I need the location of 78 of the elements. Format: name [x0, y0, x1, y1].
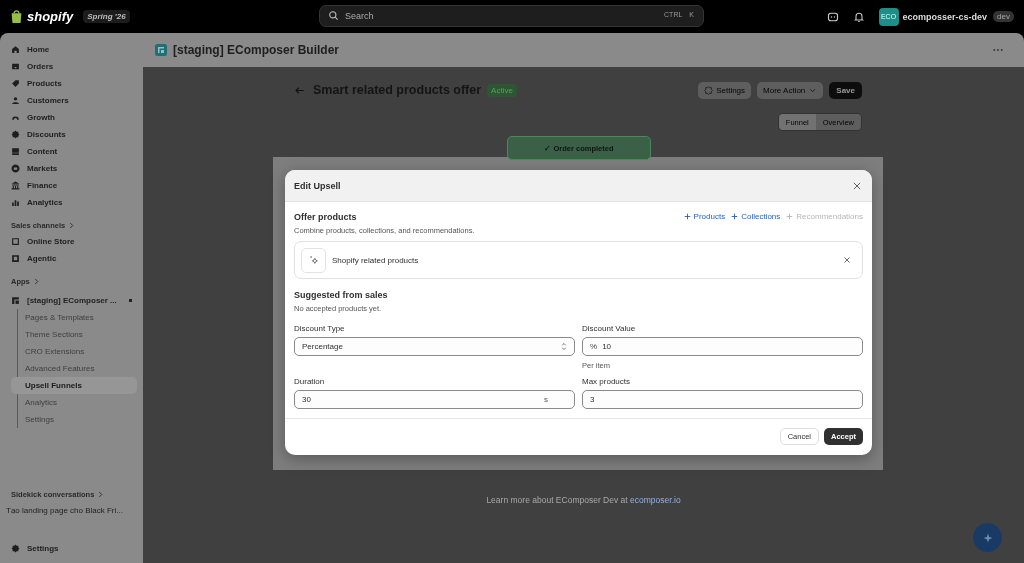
app-icon	[155, 44, 167, 56]
sub-nav-item[interactable]: CRO Extensions	[11, 343, 137, 360]
channel-icon	[11, 254, 20, 263]
footer-text: Learn more about EComposer Dev at	[486, 495, 628, 505]
input-field[interactable]: % 10	[582, 337, 863, 356]
nav-item[interactable]: Products	[6, 75, 137, 92]
chevron-right-icon	[33, 278, 39, 285]
sub-nav-item[interactable]: Analytics	[11, 394, 137, 411]
nav-icon	[11, 62, 20, 71]
gear-icon	[704, 85, 714, 95]
app-icon	[11, 296, 20, 305]
nav-item[interactable]: Discounts	[6, 126, 137, 143]
settings-button[interactable]: Settings	[698, 81, 752, 99]
nav-icon	[11, 181, 20, 190]
footer-link[interactable]: ecomposer.io	[630, 495, 681, 505]
sub-nav-item[interactable]: Pages & Templates	[11, 309, 137, 326]
nav-item[interactable]: Home	[6, 41, 137, 58]
chat-icon[interactable]	[826, 10, 839, 23]
plus-icon	[786, 213, 794, 220]
sub-nav-item[interactable]: Upsell Funnels	[11, 377, 137, 394]
close-icon[interactable]	[852, 180, 862, 191]
nav-icon	[11, 164, 20, 173]
gear-icon	[11, 544, 20, 553]
status-badge: Active	[487, 83, 517, 97]
nav-item[interactable]: Finance	[6, 177, 137, 194]
nav-icon	[11, 45, 20, 54]
channel-icon	[11, 237, 20, 246]
nav-item[interactable]: Content	[6, 143, 137, 160]
nav-item[interactable]: Analytics	[6, 194, 137, 211]
more-icon[interactable]	[992, 48, 1004, 52]
select-field[interactable]: Percentage	[294, 337, 575, 356]
chevron-updown-icon	[561, 342, 567, 351]
nav-icon	[11, 113, 20, 122]
chevron-right-icon	[69, 222, 75, 229]
nav-item[interactable]: Growth	[6, 109, 137, 126]
remove-icon[interactable]	[842, 255, 852, 265]
save-button[interactable]: Save	[829, 81, 862, 99]
nav-item[interactable]: Settings	[6, 540, 137, 557]
plus-icon	[731, 213, 739, 220]
logo-text: shopify	[27, 9, 74, 24]
nav-item[interactable]: Customers	[6, 92, 137, 109]
field-label: Duration	[294, 377, 326, 386]
section-title: Offer products	[294, 212, 358, 222]
offer-item-name: Shopify related products	[332, 255, 419, 265]
plus-icon	[683, 213, 691, 220]
chevron-right-icon	[98, 491, 104, 498]
shopping-bag-icon	[10, 9, 23, 24]
nav-item[interactable]: Orders	[6, 58, 137, 75]
search-icon	[328, 10, 339, 21]
nav-item[interactable]: Agentic	[6, 250, 137, 267]
section-title: Suggested from sales	[294, 290, 389, 300]
store-name[interactable]: ecomposser-cs-dev	[902, 11, 988, 22]
field-label: Discount Type	[294, 324, 346, 333]
field-label: Discount Value	[582, 324, 637, 333]
more-action-button[interactable]: More Action	[757, 81, 824, 99]
sub-nav-item[interactable]: Settings	[11, 411, 137, 428]
input-field[interactable]: 30 s	[294, 390, 575, 409]
sparkle-icon	[308, 255, 319, 265]
nav-item[interactable]: Online Store	[6, 233, 137, 250]
sub-nav-item[interactable]: Theme Sections	[11, 326, 137, 343]
add-link[interactable]: Products	[683, 212, 726, 221]
field-label: Max products	[582, 377, 632, 386]
nav-icon	[11, 147, 20, 156]
nav-item[interactable]: Markets	[6, 160, 137, 177]
nav-icon	[11, 198, 20, 207]
nav-icon	[11, 130, 20, 139]
edition-badge: Spring '26	[83, 10, 130, 23]
app-title: [staging] EComposer Builder	[173, 43, 339, 57]
nav-icon	[11, 79, 20, 88]
bell-icon[interactable]	[852, 10, 865, 23]
app-item[interactable]: [staging] EComposer ...	[6, 292, 137, 309]
store-badge: dev	[993, 11, 1014, 22]
conversation-item[interactable]: Tạo landing page cho Black Fri...	[6, 502, 137, 522]
nav-icon	[11, 96, 20, 105]
add-link[interactable]: Collections	[731, 212, 781, 221]
dialog-title: Edit Upsell	[294, 180, 341, 191]
input-field[interactable]: 3	[582, 390, 863, 409]
sub-nav-item[interactable]: Advanced Features	[11, 360, 137, 377]
